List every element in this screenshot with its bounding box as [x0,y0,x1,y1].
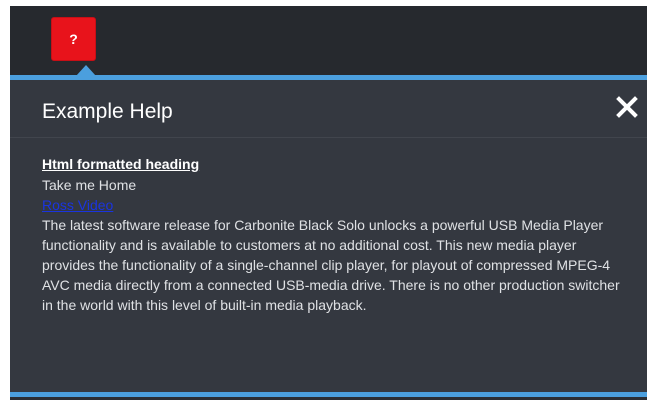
help-window: ? Example Help Html formatted heading Ta… [10,6,647,400]
toolbar: ? [10,6,647,76]
help-home-line: Take me Home [42,177,137,193]
close-icon[interactable] [614,94,640,120]
popover-title: Example Help [42,100,173,123]
help-heading: Html formatted heading [42,156,200,172]
help-link[interactable]: Ross Video [42,195,632,215]
help-content: Html formatted heading Take me Home Ross… [42,154,632,315]
help-button-label: ? [69,31,78,47]
help-paragraph: The latest software release for Carbonit… [42,217,620,313]
help-button[interactable]: ? [51,17,96,61]
popover-header: Example Help [10,80,647,138]
